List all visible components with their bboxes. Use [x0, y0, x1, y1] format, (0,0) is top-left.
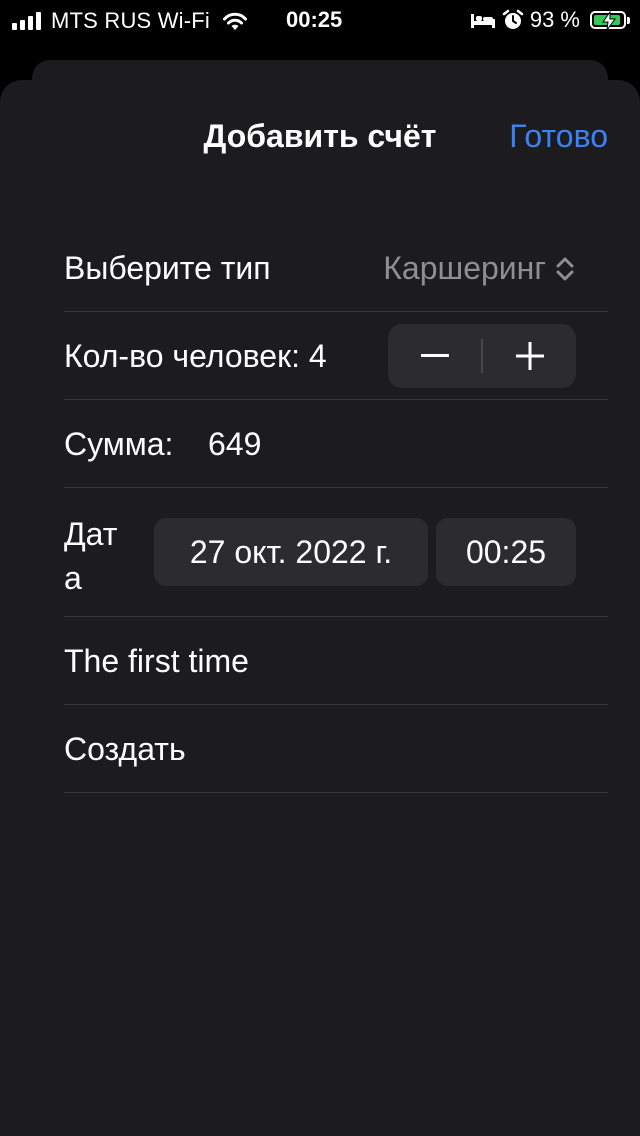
chevron-up-down-icon [556, 257, 574, 280]
type-picker[interactable]: Каршеринг [383, 250, 576, 287]
status-bar: MTS RUS Wi-Fi 00:25 93 % [0, 0, 640, 40]
date-picker-button[interactable]: 27 окт. 2022 г. [154, 518, 428, 586]
increment-button[interactable] [483, 324, 576, 388]
note-row[interactable]: The first time [64, 617, 608, 705]
decrement-button[interactable] [388, 324, 481, 388]
people-stepper[interactable] [388, 324, 576, 388]
type-label: Выберите тип [64, 250, 271, 286]
charging-bolt-icon [602, 11, 616, 31]
sleep-bed-icon [470, 14, 495, 28]
done-button[interactable]: Готово [509, 118, 608, 155]
plus-icon [515, 342, 544, 370]
type-picker-value: Каршеринг [383, 250, 546, 286]
type-row: Выберите тип Каршеринг [64, 224, 608, 312]
create-row-label: Создать [64, 731, 186, 767]
sum-label: Сумма: [64, 426, 174, 462]
sum-value[interactable]: 649 [208, 426, 261, 463]
app-screen: MTS RUS Wi-Fi 00:25 93 % Добавить счёт Г… [0, 0, 640, 1136]
people-row: Кол-во человек: 4 [64, 312, 608, 400]
status-time: 00:25 [286, 7, 343, 32]
people-label: Кол-во человек: 4 [64, 338, 327, 374]
create-row[interactable]: Создать [64, 705, 608, 793]
date-row: Дата 27 окт. 2022 г. 00:25 [64, 488, 608, 617]
note-row-label: The first time [64, 643, 249, 679]
carrier-name: MTS RUS Wi-Fi [51, 8, 211, 33]
minus-icon [420, 354, 449, 357]
battery-percent: 93 % [529, 7, 580, 32]
status-right: 93 % [470, 7, 630, 33]
sum-row: Сумма: 649 [64, 400, 608, 488]
battery-icon [590, 11, 630, 31]
date-label: Дата [64, 516, 118, 596]
add-bill-sheet: Добавить счёт Готово Выберите тип Каршер… [0, 80, 640, 1136]
cellular-signal-icon [12, 12, 41, 30]
status-left: MTS RUS Wi-Fi [12, 8, 250, 34]
wifi-icon [223, 12, 248, 30]
time-picker-button[interactable]: 00:25 [436, 518, 576, 586]
alarm-clock-icon [502, 9, 524, 29]
